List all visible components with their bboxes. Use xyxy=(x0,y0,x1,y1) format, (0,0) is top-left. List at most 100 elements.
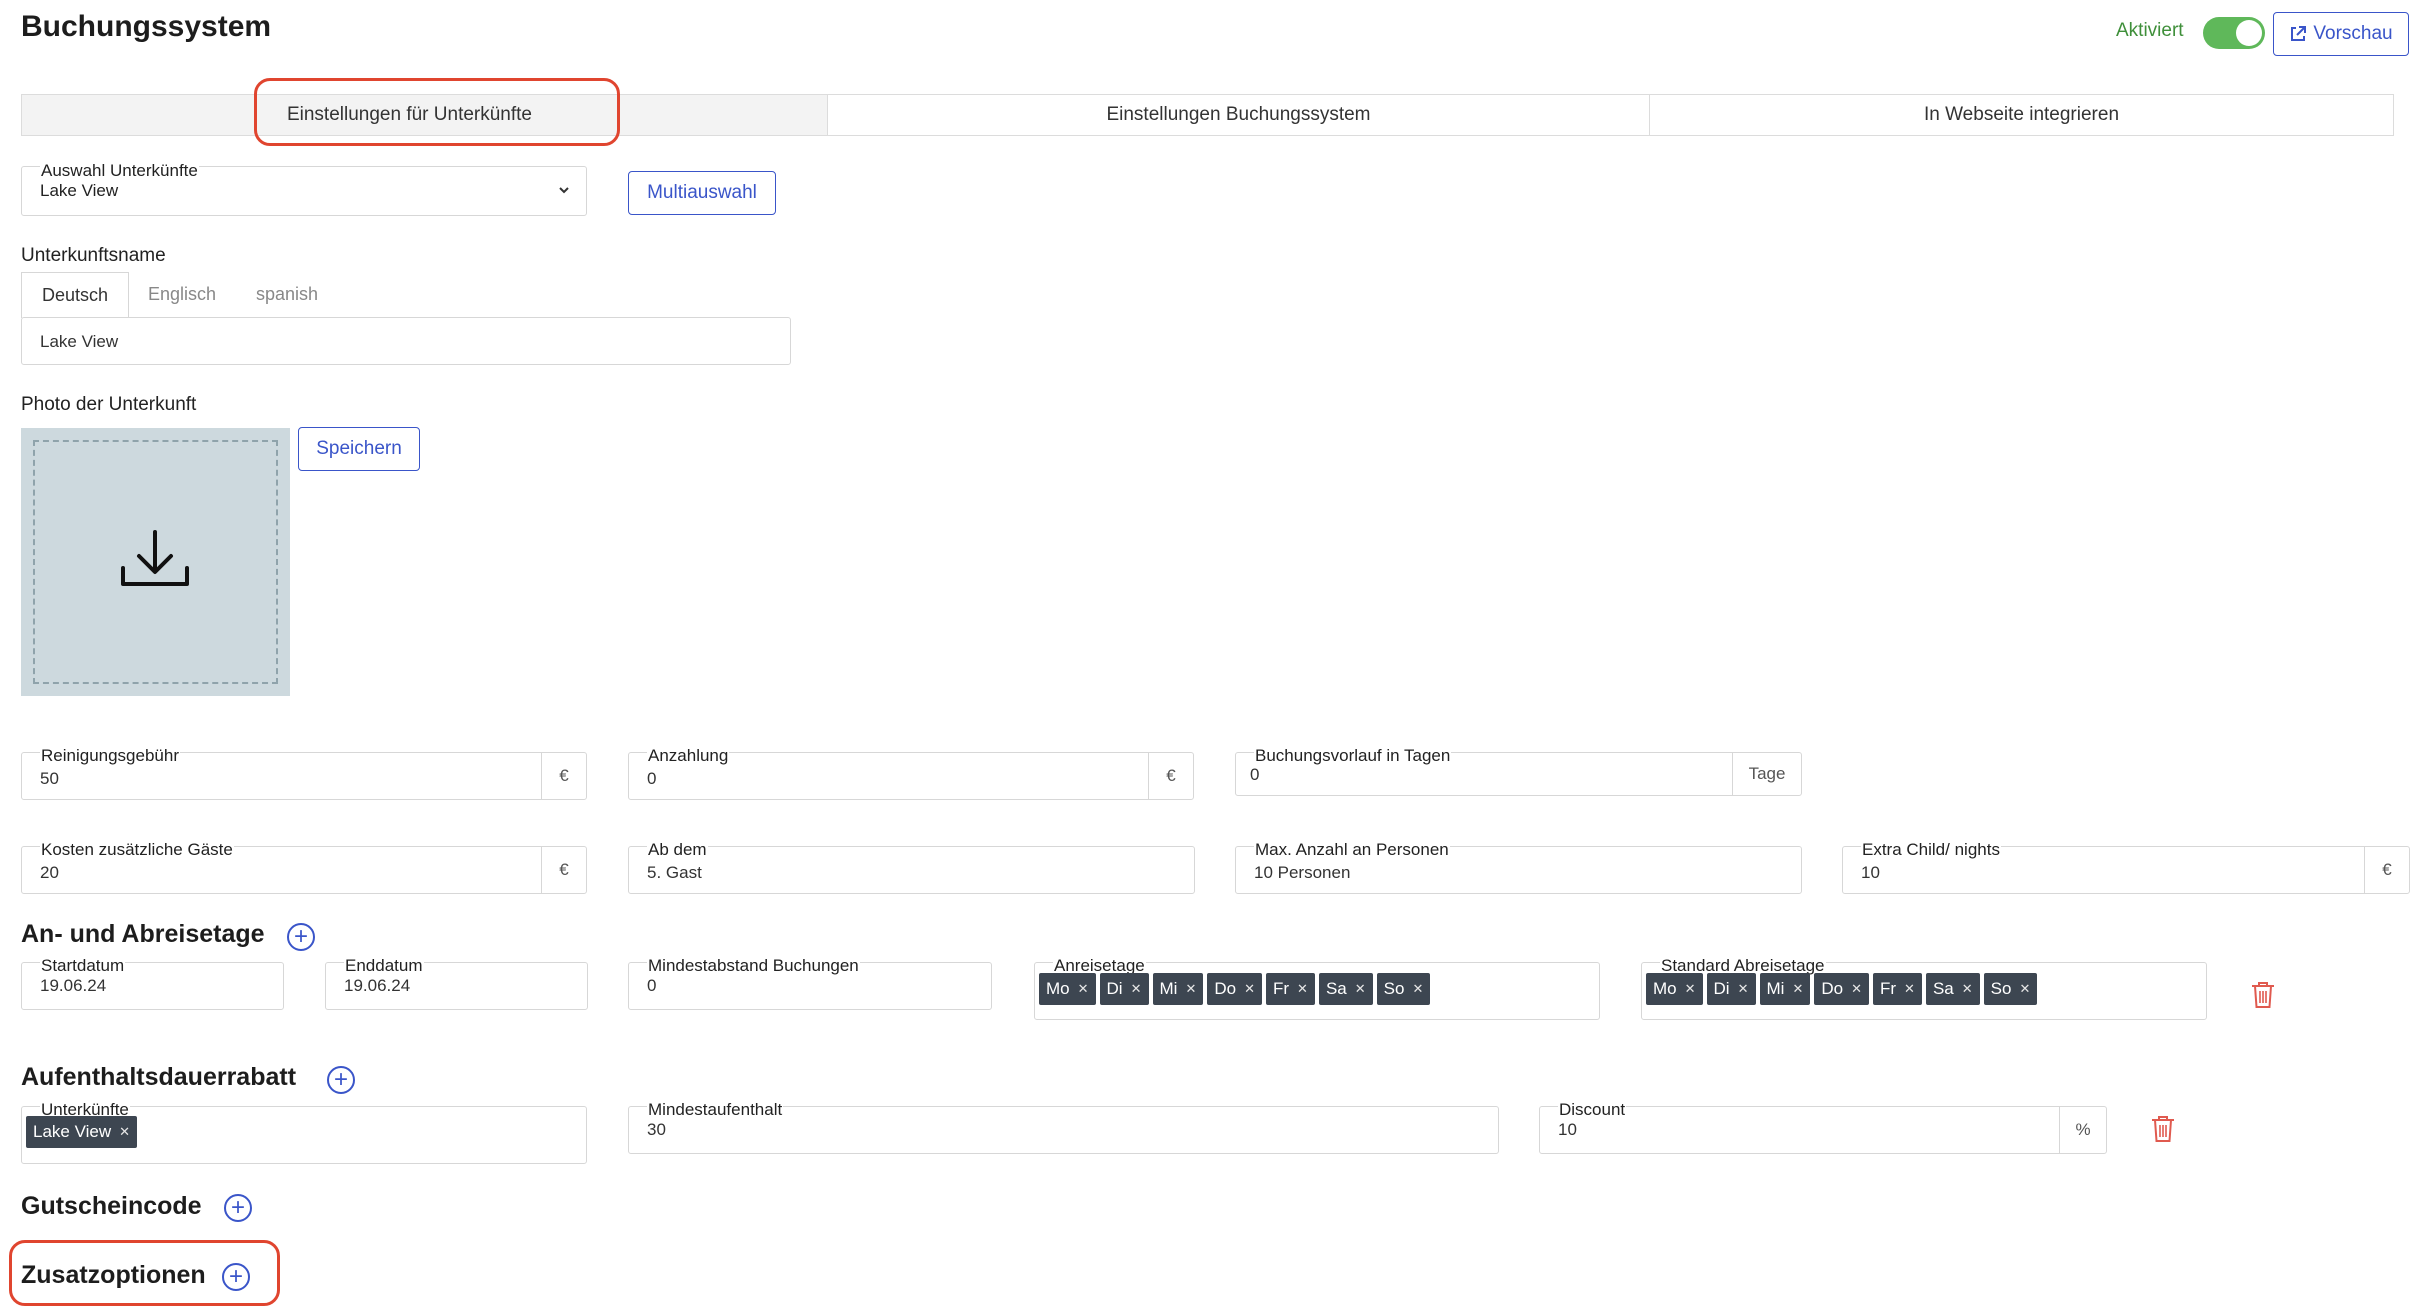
discount-value: 10 xyxy=(1558,1120,1577,1139)
day-chip[interactable]: Fr ✕ xyxy=(1873,973,1922,1005)
highlight-extras xyxy=(9,1240,280,1306)
arrival-heading: An- und Abreisetage xyxy=(21,920,265,948)
extra-child-value: 10 xyxy=(1861,863,1880,882)
deposit-field[interactable]: Anzahlung 0 € xyxy=(628,746,1194,800)
remove-icon: ✕ xyxy=(1130,981,1142,996)
lang-tab-spanish[interactable]: spanish xyxy=(256,284,318,305)
remove-icon: ✕ xyxy=(1961,981,1973,996)
save-photo-button[interactable]: Speichern xyxy=(298,427,420,471)
day-chip[interactable]: Mi ✕ xyxy=(1759,973,1811,1005)
name-value: Lake View xyxy=(40,332,119,351)
tab-booking-settings[interactable]: Einstellungen Buchungssystem xyxy=(828,95,1650,135)
extra-guests-fee-field[interactable]: Kosten zusätzliche Gäste 20 € xyxy=(21,840,587,894)
extra-child-label: Extra Child/ nights xyxy=(1861,840,2001,860)
start-date-value: 19.06.24 xyxy=(40,976,107,995)
euro-unit: € xyxy=(2364,847,2409,893)
start-date-label: Startdatum xyxy=(40,956,126,976)
remove-icon: ✕ xyxy=(1185,981,1197,996)
day-chip[interactable]: Di ✕ xyxy=(1706,973,1756,1005)
preview-label: Vorschau xyxy=(2313,23,2393,44)
select-value: Lake View xyxy=(40,181,119,200)
lang-tab-englisch[interactable]: Englisch xyxy=(148,284,216,305)
min-gap-value: 0 xyxy=(647,976,657,995)
status-label: Aktiviert xyxy=(2116,20,2184,41)
add-discount-plus-icon[interactable]: + xyxy=(327,1066,355,1094)
remove-icon: ✕ xyxy=(1684,981,1696,996)
day-chip[interactable]: Do ✕ xyxy=(1814,973,1869,1005)
arrival-days-select[interactable]: Anreisetage Mo ✕ Di ✕ Mi ✕ Do ✕ Fr ✕ Sa ✕ So ✕ xyxy=(1034,956,1600,1020)
add-arrival-plus-icon[interactable]: + xyxy=(287,923,315,951)
remove-icon: ✕ xyxy=(1851,981,1862,996)
preview-button[interactable]: Vorschau xyxy=(2273,12,2409,56)
end-date-value: 19.06.24 xyxy=(344,976,411,995)
day-chip[interactable]: So ✕ xyxy=(1983,973,2038,1005)
photo-label: Photo der Unterkunft xyxy=(21,394,197,415)
page-title: Buchungssystem xyxy=(21,10,272,43)
deposit-label: Anzahlung xyxy=(647,746,730,766)
max-persons-label: Max. Anzahl an Personen xyxy=(1254,840,1450,860)
min-stay-label: Mindestaufenthalt xyxy=(647,1100,784,1120)
min-gap-label: Mindestabstand Buchungen xyxy=(647,956,860,976)
photo-dropzone[interactable] xyxy=(21,428,290,696)
units-select[interactable]: Unterkünfte Lake View ✕ xyxy=(21,1100,587,1164)
lang-tab-deutsch[interactable]: Deutsch xyxy=(21,272,129,318)
remove-icon: ✕ xyxy=(1077,981,1089,996)
day-chip[interactable]: Do ✕ xyxy=(1207,973,1262,1005)
lead-time-label: Buchungsvorlauf in Tagen xyxy=(1254,746,1452,766)
from-guest-value: 5. Gast xyxy=(647,863,702,882)
accommodation-select[interactable]: Auswahl Unterkünfte Lake View xyxy=(21,161,587,216)
end-date-field[interactable]: Enddatum 19.06.24 xyxy=(325,956,588,1010)
highlight-tab xyxy=(254,78,620,146)
day-chip[interactable]: Mo ✕ xyxy=(1039,973,1096,1005)
tab-website-integration[interactable]: In Webseite integrieren xyxy=(1650,95,2393,135)
discount-label: Discount xyxy=(1558,1100,1627,1120)
remove-icon: ✕ xyxy=(1792,981,1804,996)
remove-icon: ✕ xyxy=(1244,981,1255,996)
day-chip[interactable]: Mi ✕ xyxy=(1152,973,1204,1005)
lead-time-field[interactable]: Buchungsvorlauf in Tagen 0 Tage xyxy=(1235,746,1802,796)
remove-icon: ✕ xyxy=(1354,981,1366,996)
name-input[interactable]: Lake View xyxy=(21,317,791,365)
add-voucher-plus-icon[interactable]: + xyxy=(224,1194,252,1222)
day-chip[interactable]: Mo ✕ xyxy=(1646,973,1703,1005)
euro-unit: € xyxy=(541,847,586,893)
active-toggle[interactable] xyxy=(2203,17,2265,49)
day-chip[interactable]: Sa ✕ xyxy=(1318,973,1373,1005)
from-guest-label: Ab dem xyxy=(647,840,708,860)
cleaning-fee-label: Reinigungsgebühr xyxy=(40,746,180,766)
remove-icon: ✕ xyxy=(119,1124,131,1139)
min-stay-value: 30 xyxy=(647,1120,666,1139)
remove-icon: ✕ xyxy=(1737,981,1749,996)
remove-icon: ✕ xyxy=(1412,981,1424,996)
days-unit: Tage xyxy=(1732,753,1801,795)
discount-field[interactable]: Discount 10 % xyxy=(1539,1100,2107,1154)
chevron-down-icon xyxy=(559,187,569,194)
min-gap-field[interactable]: Mindestabstand Buchungen 0 xyxy=(628,956,992,1010)
cleaning-fee-field[interactable]: Reinigungsgebühr 50 € xyxy=(21,746,587,800)
percent-unit: % xyxy=(2059,1107,2106,1153)
cleaning-fee-value: 50 xyxy=(40,769,59,788)
max-persons-value: 10 Personen xyxy=(1254,863,1351,882)
stay-discount-heading: Aufenthaltsdauerrabatt xyxy=(21,1063,297,1091)
day-chip[interactable]: Sa ✕ xyxy=(1925,973,1980,1005)
lead-time-value: 0 xyxy=(1250,765,1260,784)
start-date-field[interactable]: Startdatum 19.06.24 xyxy=(21,956,284,1010)
deposit-value: 0 xyxy=(647,769,657,788)
unit-chip[interactable]: Lake View ✕ xyxy=(26,1116,138,1148)
min-stay-field[interactable]: Mindestaufenthalt 30 xyxy=(628,1100,1499,1154)
day-chip[interactable]: Fr ✕ xyxy=(1266,973,1315,1005)
max-persons-field[interactable]: Max. Anzahl an Personen 10 Personen xyxy=(1235,840,1802,894)
toggle-knob xyxy=(2236,20,2262,46)
remove-icon: ✕ xyxy=(1904,981,1915,996)
day-chip[interactable]: Di ✕ xyxy=(1099,973,1149,1005)
remove-icon: ✕ xyxy=(2019,981,2031,996)
select-label: Auswahl Unterkünfte xyxy=(40,161,199,181)
departure-days-select[interactable]: Standard Abreisetage Mo ✕ Di ✕ Mi ✕ Do ✕ Fr ✕… xyxy=(1641,956,2207,1020)
delete-trash-icon[interactable] xyxy=(2250,980,2276,1010)
from-guest-field[interactable]: Ab dem 5. Gast xyxy=(628,840,1195,894)
day-chip[interactable]: So ✕ xyxy=(1376,973,1431,1005)
delete-trash-icon[interactable] xyxy=(2150,1114,2176,1144)
extra-child-field[interactable]: Extra Child/ nights 10 € xyxy=(1842,840,2410,894)
multiselect-button[interactable]: Multiauswahl xyxy=(628,171,776,215)
euro-unit: € xyxy=(1148,753,1193,799)
